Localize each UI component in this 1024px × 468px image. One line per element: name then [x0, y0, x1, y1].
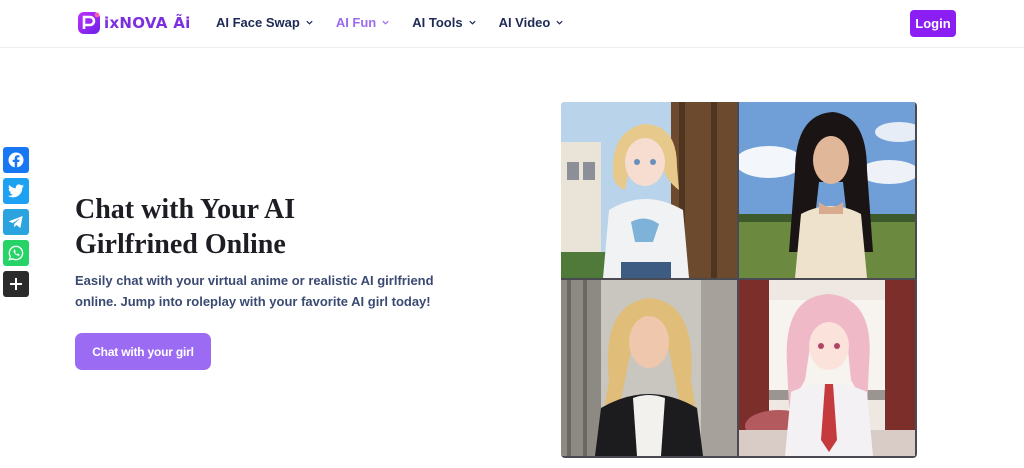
- ai-girlfriend-gallery: [561, 102, 917, 458]
- chevron-down-icon: [306, 20, 313, 25]
- telegram-icon: [8, 216, 23, 228]
- share-telegram-button[interactable]: [3, 209, 29, 235]
- page-title: Chat with Your AI Girlfrined Online: [75, 192, 435, 262]
- nav-item-ai-face-swap[interactable]: AI Face Swap: [216, 15, 314, 30]
- main-nav: AI Face Swap AI Fun AI Tools AI Video: [216, 15, 564, 30]
- social-share-bar: [3, 147, 29, 297]
- plus-icon: [10, 278, 22, 290]
- brand-logo-text: ixNOVA Ãi: [104, 14, 191, 32]
- gallery-image-realistic-blonde: [561, 280, 737, 456]
- gallery-image-anime-pink-hair: [739, 280, 915, 456]
- brand-logo[interactable]: ixNOVA Ãi: [76, 9, 191, 37]
- hero-subtitle-line1: Easily chat with your virtual anime or r…: [75, 273, 434, 288]
- twitter-icon: [8, 184, 24, 198]
- chevron-down-icon: [468, 20, 476, 25]
- nav-item-ai-fun[interactable]: AI Fun: [336, 15, 390, 30]
- top-header: ixNOVA Ãi AI Face Swap AI Fun AI Tools A…: [0, 0, 1024, 48]
- nav-item-label: AI Face Swap: [216, 15, 300, 30]
- page-title-line1: Chat with Your AI: [75, 194, 296, 225]
- chevron-down-icon: [556, 20, 563, 25]
- nav-item-label: AI Tools: [412, 15, 463, 30]
- page-title-line2: Girlfrined Online: [75, 229, 286, 260]
- nav-item-ai-tools[interactable]: AI Tools: [412, 15, 476, 30]
- share-whatsapp-button[interactable]: [3, 240, 29, 266]
- share-more-button[interactable]: [3, 271, 29, 297]
- hero-subtitle-line2: online. Jump into roleplay with your fav…: [75, 294, 431, 309]
- chevron-down-icon: [382, 20, 389, 25]
- gallery-image-anime-blonde: [561, 102, 737, 278]
- chat-with-your-girl-button[interactable]: Chat with your girl: [75, 333, 211, 370]
- share-twitter-button[interactable]: [3, 178, 29, 204]
- login-button[interactable]: Login: [910, 10, 956, 37]
- facebook-icon: [8, 152, 24, 168]
- gallery-image-realistic-brunette: [739, 102, 915, 278]
- hero-subtitle: Easily chat with your virtual anime or r…: [75, 270, 435, 312]
- nav-item-label: AI Video: [498, 15, 551, 30]
- pixnova-logo-icon: [76, 10, 102, 36]
- share-facebook-button[interactable]: [3, 147, 29, 173]
- nav-item-label: AI Fun: [335, 15, 377, 30]
- whatsapp-icon: [8, 245, 24, 261]
- nav-item-ai-video[interactable]: AI Video: [499, 15, 565, 30]
